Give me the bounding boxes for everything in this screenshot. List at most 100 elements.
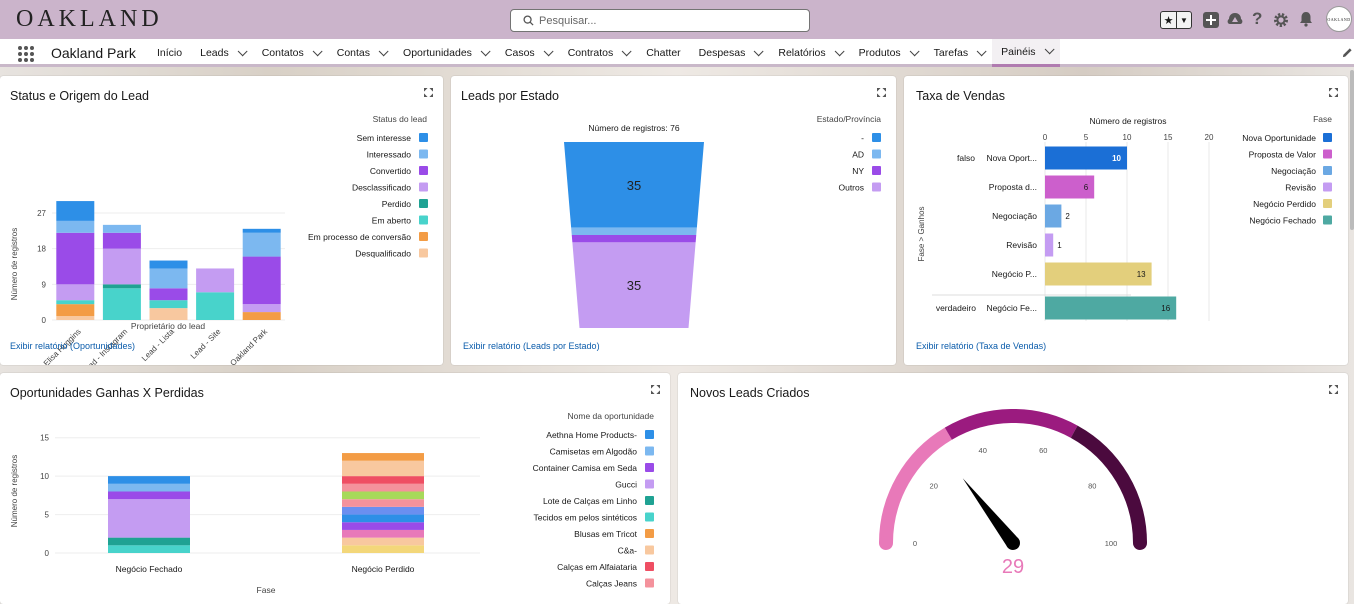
nav-tab-11[interactable]: Tarefas [925,39,992,67]
bar[interactable] [1045,233,1054,257]
app-launcher-icon[interactable] [18,46,34,62]
bar-segment[interactable] [242,304,281,313]
bar-segment[interactable] [102,288,141,320]
gear-icon[interactable] [1273,12,1289,28]
nav-tab-12[interactable]: Painéis [992,39,1060,67]
bar-segment[interactable] [56,304,95,317]
bar-segment[interactable] [342,460,424,477]
bar-segment[interactable] [342,476,424,484]
bar-segment[interactable] [102,224,141,233]
chevron-down-icon[interactable] [976,45,987,56]
page-scrollbar[interactable] [1350,70,1354,230]
chevron-down-icon[interactable] [754,45,764,56]
legend-item-label: Negociação [1271,166,1316,176]
add-icon[interactable] [1203,12,1219,28]
chevron-down-icon[interactable] [480,45,491,56]
nav-tab-6[interactable]: Contratos [559,39,638,67]
bar-segment[interactable] [56,220,95,233]
bar-segment[interactable] [342,522,424,530]
chevron-down-icon[interactable] [621,45,632,56]
bar-segment[interactable] [342,491,424,500]
chevron-down-icon[interactable]: ▼ [1176,12,1191,28]
gauge-tick-label: 0 [913,539,917,548]
bar-segment[interactable] [242,312,281,320]
nav-tab-9[interactable]: Relatórios [769,39,849,67]
bar-segment[interactable] [149,288,188,301]
nav-tab-10[interactable]: Produtos [850,39,925,67]
chevron-down-icon[interactable] [834,45,845,56]
view-report-link[interactable]: Exibir relatório (Leads por Estado) [463,341,600,351]
brand-logo[interactable]: OAKLAND [16,6,163,33]
bar-segment[interactable] [342,506,424,515]
bar-segment[interactable] [342,514,424,523]
bar-segment[interactable] [342,483,424,492]
bar-segment[interactable] [56,232,95,285]
help-icon[interactable]: ? [1252,9,1262,29]
bar-segment[interactable] [108,499,190,538]
bar[interactable] [1045,204,1062,228]
bar-segment[interactable] [149,260,188,269]
bar-segment[interactable] [196,268,235,293]
bar-segment[interactable] [242,256,281,305]
avatar[interactable]: OAKLAND [1326,6,1352,32]
funnel-segment[interactable] [571,227,697,235]
bar-segment[interactable] [56,201,95,221]
nav-tab-3[interactable]: Contas [328,39,394,67]
bar-segment[interactable] [102,232,141,249]
funnel-segment[interactable] [571,235,697,243]
bar-segment[interactable] [149,268,188,289]
global-search[interactable] [510,9,810,32]
legend-swatch [1323,182,1332,192]
y-tick-label: Nova Oport... [986,153,1037,163]
bar-segment[interactable] [242,228,281,233]
view-report-link[interactable]: Exibir relatório (Taxa de Vendas) [916,341,1046,351]
search-input[interactable] [539,12,799,29]
chevron-down-icon[interactable] [378,45,389,56]
nav-tab-0[interactable]: Início [148,39,191,67]
edit-nav-pencil-icon[interactable] [1342,47,1353,58]
bar[interactable] [1045,262,1152,286]
bar-segment[interactable] [108,545,190,553]
bar-segment[interactable] [342,545,424,553]
legend-swatch [872,182,881,192]
bar-segment[interactable] [149,300,188,309]
bar-segment[interactable] [108,491,190,500]
bar-segment[interactable] [196,292,235,320]
bar-segment[interactable] [102,284,141,289]
bar-segment[interactable] [342,537,424,546]
trailhead-icon[interactable] [1227,12,1243,28]
chevron-down-icon[interactable] [237,45,248,56]
bar-segment[interactable] [56,316,95,320]
bar-segment[interactable] [102,248,141,285]
chevron-down-icon[interactable] [543,45,554,56]
gauge-band [879,427,953,544]
bar-segment[interactable] [342,499,424,507]
bar-segment[interactable] [56,300,95,305]
card-ganhas-perdidas: Oportunidades Ganhas X Perdidas 0 5 10 15 Nú… [0,373,670,604]
nav-tab-7[interactable]: Chatter [637,39,689,67]
chevron-down-icon[interactable] [1044,44,1055,55]
bar-segment[interactable] [108,537,190,546]
nav-tab-2[interactable]: Contatos [253,39,328,67]
chevron-down-icon[interactable] [909,45,920,56]
bar-value-label: 13 [1137,270,1146,279]
gauge-tick-label: 100 [1105,539,1118,548]
bar[interactable] [1045,296,1177,320]
bar-segment[interactable] [108,476,190,484]
bar-segment[interactable] [342,529,424,538]
bar-segment[interactable] [342,453,424,461]
bar-segment[interactable] [242,232,281,257]
bar-segment[interactable] [149,308,188,320]
nav-tab-1[interactable]: Leads [191,39,253,67]
chevron-down-icon[interactable] [312,45,323,56]
favorites-button[interactable]: ★ ▼ [1160,11,1192,29]
legend-swatch [645,463,654,472]
bar-segment[interactable] [108,483,190,492]
nav-tab-4[interactable]: Oportunidades [394,39,496,67]
nav-tab-8[interactable]: Despesas [690,39,770,67]
nav-tab-5[interactable]: Casos [496,39,559,67]
bar-segment[interactable] [56,284,95,301]
view-report-link[interactable]: Exibir relatório (Oportunidades) [10,341,135,351]
legend-item-label: Desqualificado [355,249,411,259]
notification-bell-icon[interactable] [1298,11,1314,27]
